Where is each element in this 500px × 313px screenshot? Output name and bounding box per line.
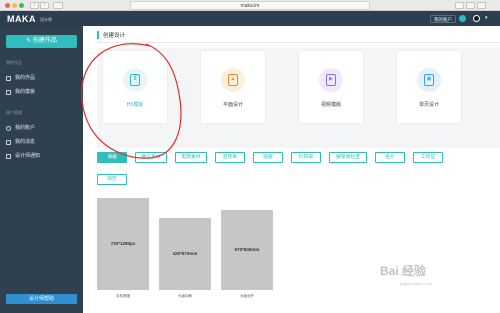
card-icon-bubble: 5 [123, 68, 147, 92]
user-icon [6, 126, 11, 131]
card-video-template[interactable]: ▶ 视频模版 [299, 51, 363, 123]
maximize-window-icon[interactable] [19, 3, 24, 8]
sidebar-item-my-account[interactable]: 我的账户 [6, 124, 35, 133]
category-tabs: 海报 微信素材 电商素材 宣传单 画册 价目表 展架易拉宝 名片 工作证 简历 [97, 152, 500, 192]
logo-subtitle: 设计师 [40, 17, 52, 22]
tab-display-stand[interactable]: 展架易拉宝 [329, 152, 367, 163]
bell-icon [6, 154, 11, 159]
tab-poster[interactable]: 海报 [97, 152, 127, 163]
tab-flyer[interactable]: 宣传单 [215, 152, 245, 163]
size-tile-label: 大版对开 [240, 294, 254, 298]
sidebar-item-my-works[interactable]: 我的作品 [6, 74, 35, 83]
page-title: 创建设计 [97, 31, 125, 39]
h5-icon: 5 [130, 74, 140, 86]
back-button[interactable]: ‹ [30, 2, 39, 9]
share-icon[interactable] [455, 2, 464, 9]
section-works-title: 我的作品 [6, 60, 22, 65]
tab-album[interactable]: 画册 [253, 152, 283, 163]
sidebar-toggle-icon[interactable] [53, 2, 63, 9]
sidebar: ✎ 创建作品 我的作品 我的作品 我的模板 账户管理 我的账户 我的消息 设计师… [0, 26, 83, 313]
baidu-watermark: Bai 经验 [380, 264, 427, 278]
chevron-down-icon[interactable]: ▾ [485, 16, 490, 21]
designer-help-button[interactable]: 设计师帮助 [6, 294, 77, 304]
sidebar-item-my-templates[interactable]: 我的模板 [6, 88, 35, 97]
sidebar-item-label: 设计师通知 [15, 153, 41, 159]
avatar[interactable] [473, 15, 480, 22]
tab-price-list[interactable]: 价目表 [291, 152, 321, 163]
main-content: 创建设计 5 H5模版 ▲ 平面设计 ▶ 视频模版 ▣ 单页设计 海报 微信素材… [83, 26, 500, 313]
forward-button[interactable]: › [40, 2, 49, 9]
sidebar-item-label: 我的模板 [15, 89, 36, 95]
design-type-panel: 5 H5模版 ▲ 平面设计 ▶ 视频模版 ▣ 单页设计 [97, 48, 500, 148]
tab-resume[interactable]: 简历 [97, 174, 127, 185]
card-label: 平面设计 [222, 102, 243, 108]
tabs-icon[interactable] [466, 2, 475, 9]
new-tab-icon[interactable] [477, 2, 486, 9]
card-single-page[interactable]: ▣ 单页设计 [397, 51, 461, 123]
sidebar-item-label: 我的账户 [15, 125, 36, 131]
card-label: 视频模版 [320, 102, 341, 108]
create-work-button[interactable]: ✎ 创建作品 [6, 35, 77, 48]
card-icon-bubble: ▣ [417, 68, 441, 92]
tab-business-card[interactable]: 名片 [375, 152, 405, 163]
size-tile-570x840[interactable]: 570*840mm [221, 210, 273, 290]
baidu-watermark-url: jingyan.baidu.com [400, 281, 433, 286]
account-button[interactable]: 我的账户 [430, 15, 456, 23]
sidebar-item-designer-notice[interactable]: 设计师通知 [6, 152, 40, 161]
close-window-icon[interactable] [5, 3, 10, 8]
sidebar-item-my-messages[interactable]: 我的消息 [6, 138, 35, 147]
address-bar[interactable]: maka.im [130, 1, 370, 10]
notification-icon[interactable] [459, 15, 466, 22]
tab-work-badge[interactable]: 工作证 [413, 152, 443, 163]
card-graphic-design[interactable]: ▲ 平面设计 [201, 51, 265, 123]
sidebar-item-label: 我的消息 [15, 139, 36, 145]
image-icon: ▲ [228, 74, 238, 86]
size-tile-420x570[interactable]: 420*570mm [159, 218, 211, 290]
create-work-label: 创建作品 [32, 38, 57, 44]
tab-wechat[interactable]: 微信素材 [135, 152, 167, 163]
section-account-title: 账户管理 [6, 110, 22, 115]
card-label: H5模版 [126, 102, 144, 108]
card-label: 单页设计 [418, 102, 439, 108]
maka-logo[interactable]: MAKA [7, 14, 36, 24]
browser-toolbar: ‹ › maka.im [0, 0, 500, 11]
page-icon: ▣ [424, 74, 434, 86]
video-icon: ▶ [326, 74, 336, 86]
app-header: MAKA 设计师 我的账户 ▾ [0, 11, 500, 26]
message-icon [6, 140, 11, 145]
card-icon-bubble: ▶ [319, 68, 343, 92]
grid-icon [6, 76, 11, 81]
template-icon [6, 90, 11, 95]
card-icon-bubble: ▲ [221, 68, 245, 92]
size-tile-720x1280[interactable]: 720*1280px [97, 198, 149, 290]
tab-ecommerce[interactable]: 电商素材 [175, 152, 207, 163]
size-tile-label: 手机海报 [116, 294, 130, 298]
divider [97, 42, 500, 43]
card-h5-template[interactable]: 5 H5模版 [103, 51, 167, 123]
minimize-window-icon[interactable] [12, 3, 17, 8]
sidebar-item-label: 我的作品 [15, 75, 36, 81]
pencil-icon: ✎ [26, 38, 33, 44]
size-tile-label: 大版印刷 [178, 294, 192, 298]
